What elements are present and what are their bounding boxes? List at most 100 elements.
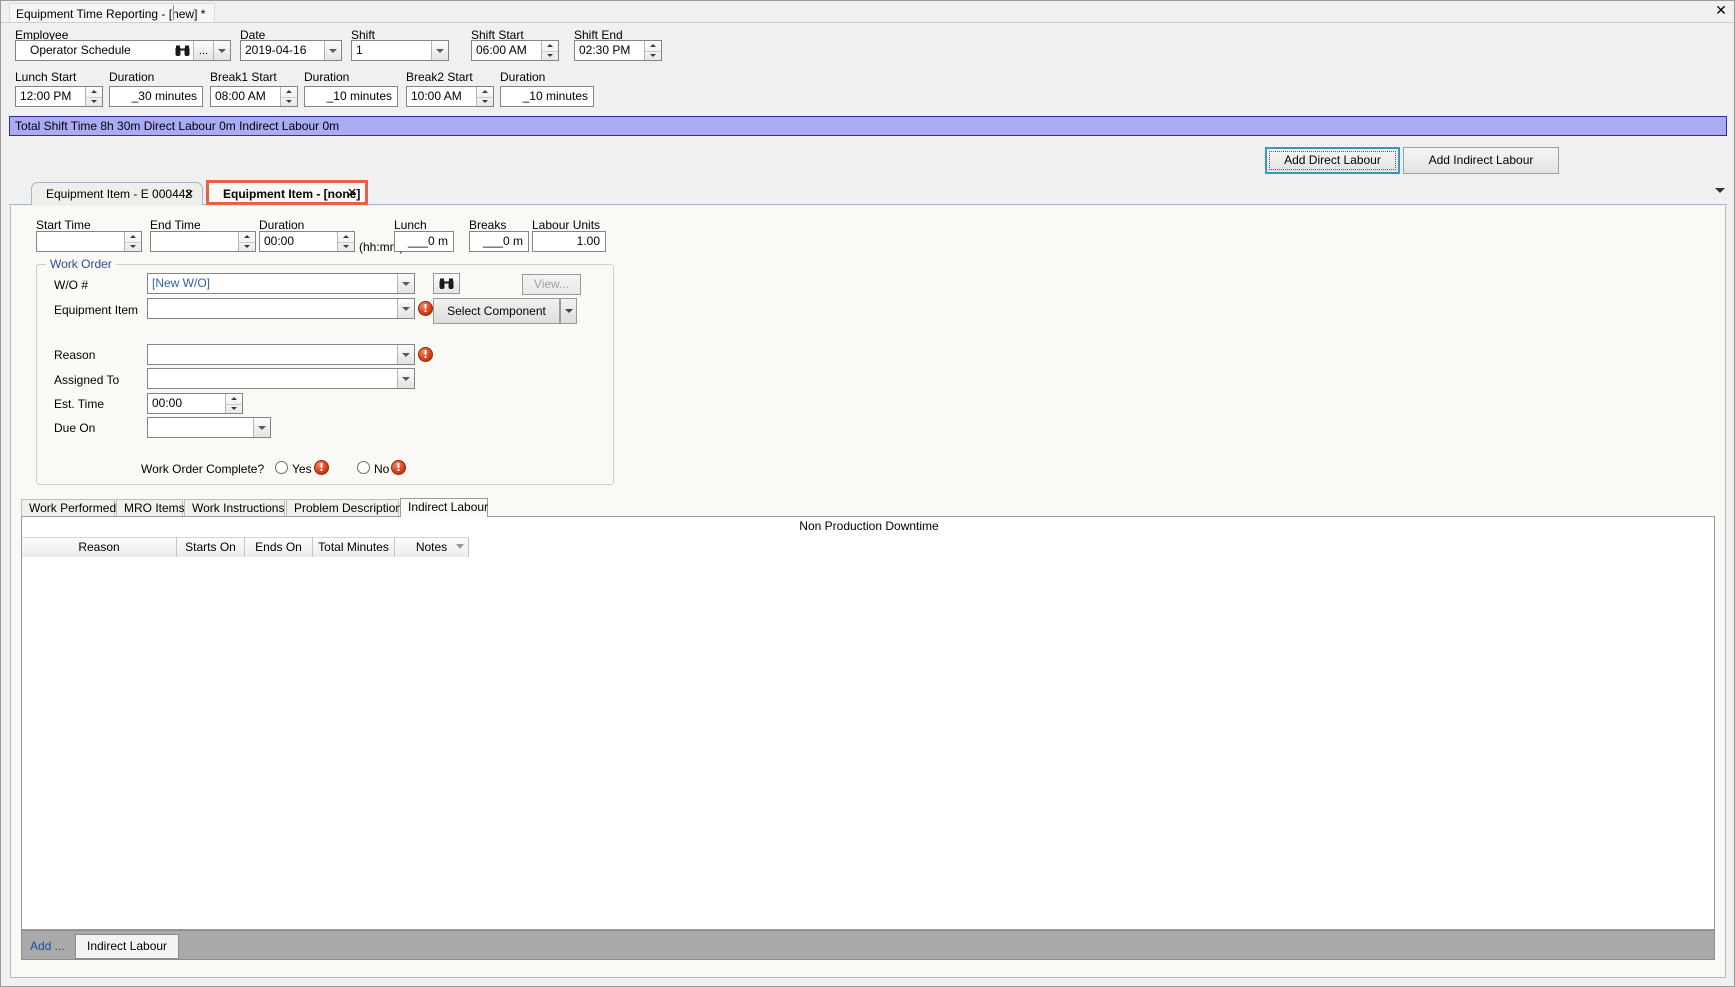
reason-error-icon[interactable]: !	[418, 347, 433, 362]
equipment-item-tabstrip: Equipment Item - E 000442 ✕ Equipment It…	[9, 179, 1727, 205]
chevron-down-icon[interactable]	[1715, 188, 1725, 193]
reason-dropdown-arrow[interactable]	[397, 345, 414, 364]
work-order-complete-no-error-icon[interactable]: !	[391, 460, 406, 475]
tab-equipment-item-e000442[interactable]: Equipment Item - E 000442 ✕	[31, 182, 203, 205]
select-component-dropdown-arrow[interactable]	[560, 298, 577, 324]
add-indirect-labour-button[interactable]: Add Indirect Labour	[1403, 147, 1559, 174]
lunch-duration-label: Duration	[109, 70, 155, 84]
shift-start-field[interactable]: 06:00 AM	[471, 40, 559, 61]
break2-start-stepper[interactable]	[476, 87, 493, 106]
binoculars-icon[interactable]	[171, 41, 193, 60]
employee-ellipsis-button[interactable]: ...	[193, 41, 213, 60]
add-indirect-labour-label: Add Indirect Labour	[1428, 153, 1534, 167]
grid-caption: Non Production Downtime	[799, 519, 939, 533]
est-time-stepper[interactable]	[225, 394, 242, 413]
reason-field[interactable]	[147, 344, 415, 365]
grid-column-notes[interactable]: Notes	[395, 537, 469, 557]
break1-duration-field[interactable]: _10 minutes	[304, 86, 398, 107]
lunch-start-field[interactable]: 12:00 PM	[15, 86, 103, 107]
add-row-link[interactable]: Add ...	[30, 939, 65, 953]
tab-close-icon[interactable]: ✕	[184, 183, 194, 205]
breaks-minutes-value: ___0 m	[482, 234, 523, 248]
labour-units-value: 1.00	[576, 234, 600, 248]
grid-column-starts-on[interactable]: Starts On	[177, 537, 245, 557]
wo-number-dropdown-arrow[interactable]	[397, 274, 414, 293]
grid-column-notes-label: Notes	[415, 540, 448, 554]
focus-outline	[1269, 151, 1396, 170]
tab-work-performed[interactable]: Work Performed	[21, 499, 116, 516]
breaks-minutes-field[interactable]: ___0 m	[469, 231, 529, 252]
work-order-group: Work Order W/O # [New W/O] View... Equip…	[36, 257, 614, 485]
document-tab[interactable]: Equipment Time Reporting - [new] *	[9, 3, 216, 22]
assigned-to-field[interactable]	[147, 368, 415, 389]
break1-start-label: Break1 Start	[210, 70, 277, 84]
work-order-group-title: Work Order	[46, 257, 116, 271]
due-on-dropdown-arrow[interactable]	[253, 418, 270, 437]
equipment-item-field[interactable]	[147, 298, 415, 319]
tab-work-instructions[interactable]: Work Instructions	[184, 499, 285, 516]
tab-close-icon[interactable]: ✕	[347, 181, 357, 204]
work-order-complete-yes-label: Yes	[292, 462, 312, 476]
detail-bottom-tabstrip: Work Performed MRO Items Work Instructio…	[21, 498, 1715, 517]
lunch-start-stepper[interactable]	[85, 87, 102, 106]
employee-field[interactable]: Operator Schedule ...	[15, 40, 231, 61]
grid-column-ends-on[interactable]: Ends On	[245, 537, 313, 557]
duration-value: 00:00	[264, 234, 295, 248]
work-order-complete-yes-error-icon[interactable]: !	[314, 460, 329, 475]
duration-stepper[interactable]	[337, 232, 354, 251]
equipment-item-dropdown-arrow[interactable]	[397, 299, 414, 318]
duration-field[interactable]: 00:00	[259, 231, 355, 252]
grid-column-total-minutes[interactable]: Total Minutes	[313, 537, 395, 557]
lunch-minutes-field[interactable]: ___0 m	[394, 231, 454, 252]
shift-field[interactable]: 1	[351, 40, 449, 61]
grid-column-reason[interactable]: Reason	[22, 537, 177, 557]
start-time-stepper[interactable]	[124, 232, 141, 251]
footer-tab-indirect-labour[interactable]: Indirect Labour	[75, 934, 180, 959]
assigned-to-dropdown-arrow[interactable]	[397, 369, 414, 388]
shift-end-stepper[interactable]	[644, 41, 661, 60]
end-time-label: End Time	[150, 218, 201, 232]
assigned-to-label: Assigned To	[54, 373, 120, 387]
end-time-stepper[interactable]	[238, 232, 255, 251]
break1-start-field[interactable]: 08:00 AM	[210, 86, 298, 107]
shift-end-value: 02:30 PM	[579, 43, 631, 57]
shift-end-field[interactable]: 02:30 PM	[574, 40, 662, 61]
wo-number-field[interactable]: [New W/O]	[147, 273, 415, 294]
est-time-field[interactable]: 00:00	[147, 393, 243, 414]
equipment-item-error-icon[interactable]: !	[418, 301, 433, 316]
lunch-duration-value: _30 minutes	[131, 89, 197, 103]
labour-units-field[interactable]: 1.00	[532, 231, 606, 252]
employee-dropdown-arrow[interactable]	[213, 41, 230, 60]
due-on-field[interactable]	[147, 417, 271, 438]
start-time-field[interactable]	[36, 231, 142, 252]
break2-start-field[interactable]: 10:00 AM	[406, 86, 494, 107]
break1-start-stepper[interactable]	[280, 87, 297, 106]
tab-indirect-labour[interactable]: Indirect Labour	[400, 498, 488, 517]
start-time-label: Start Time	[36, 218, 91, 232]
wo-view-button[interactable]: View...	[522, 274, 581, 295]
break2-duration-field[interactable]: _10 minutes	[500, 86, 594, 107]
work-order-complete-yes-radio[interactable]	[275, 461, 288, 474]
lunch-label: Lunch	[394, 218, 427, 232]
shift-dropdown-arrow[interactable]	[431, 41, 448, 60]
shift-summary-bar: Total Shift Time 8h 30m Direct Labour 0m…	[9, 116, 1727, 136]
shift-start-stepper[interactable]	[541, 41, 558, 60]
select-component-button[interactable]: Select Component	[433, 298, 560, 324]
work-order-complete-label: Work Order Complete?	[141, 462, 265, 476]
lunch-duration-field[interactable]: _30 minutes	[109, 86, 203, 107]
title-bar: Equipment Time Reporting - [new] * ✕	[1, 1, 1734, 23]
due-on-label: Due On	[54, 421, 96, 435]
end-time-field[interactable]	[150, 231, 256, 252]
close-icon[interactable]: ✕	[1713, 4, 1729, 20]
tab-problem-description[interactable]: Problem Description	[286, 499, 402, 516]
date-dropdown-arrow[interactable]	[324, 41, 341, 60]
wo-number-value: [New W/O]	[152, 276, 211, 290]
chevron-down-icon	[564, 309, 573, 313]
tab-mro-items[interactable]: MRO Items	[116, 499, 185, 516]
wo-lookup-button[interactable]	[433, 273, 460, 294]
date-field[interactable]: 2019-04-16	[240, 40, 342, 61]
add-direct-labour-button[interactable]: Add Direct Labour	[1265, 147, 1400, 174]
work-order-complete-no-label: No	[374, 462, 390, 476]
work-order-complete-no-radio[interactable]	[357, 461, 370, 474]
tab-equipment-item-none[interactable]: Equipment Item - [none] ✕	[206, 180, 368, 205]
